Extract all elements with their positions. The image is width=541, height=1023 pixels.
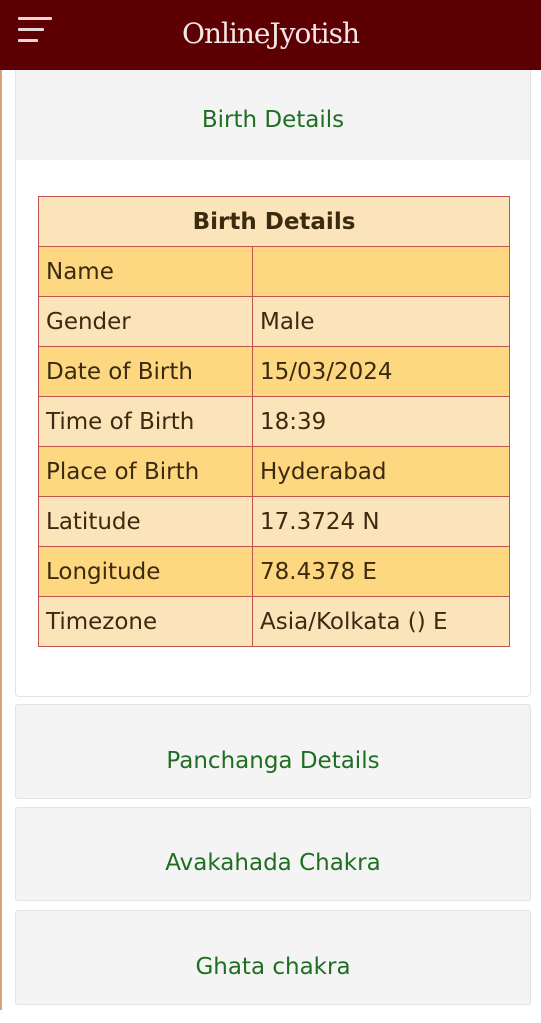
row-label: Place of Birth xyxy=(38,446,253,497)
accordion-ghata-chakra-label: Ghata chakra xyxy=(195,954,351,980)
table-header-row: Birth Details xyxy=(38,196,510,247)
accordion-ghata-chakra[interactable]: Ghata chakra xyxy=(15,910,531,1005)
birth-details-panel: Birth Details Name Gender Male Date of B… xyxy=(15,160,531,697)
row-value: 18:39 xyxy=(252,396,510,447)
brand-logo[interactable]: OnlineJyotish xyxy=(0,14,541,54)
row-label: Time of Birth xyxy=(38,396,253,447)
app-header: OnlineJyotish xyxy=(0,0,541,70)
row-label: Date of Birth xyxy=(38,346,253,397)
table-row: Date of Birth 15/03/2024 xyxy=(38,346,510,397)
row-value: Asia/Kolkata () E xyxy=(252,596,510,647)
table-row: Timezone Asia/Kolkata () E xyxy=(38,596,510,647)
left-divider xyxy=(0,70,2,1010)
row-label: Latitude xyxy=(38,496,253,547)
row-value: 17.3724 N xyxy=(252,496,510,547)
table-row: Name xyxy=(38,246,510,297)
accordion-avakahada-chakra[interactable]: Avakahada Chakra xyxy=(15,807,531,901)
table-row: Longitude 78.4378 E xyxy=(38,546,510,597)
accordion-avakahada-chakra-label: Avakahada Chakra xyxy=(165,850,381,876)
table-row: Place of Birth Hyderabad xyxy=(38,446,510,497)
row-value xyxy=(252,246,510,297)
row-value: Male xyxy=(252,296,510,347)
birth-details-table: Birth Details Name Gender Male Date of B… xyxy=(38,196,510,647)
row-value: 15/03/2024 xyxy=(252,346,510,397)
accordion-birth-details[interactable]: Birth Details xyxy=(15,70,531,161)
accordion-birth-details-label: Birth Details xyxy=(201,107,345,133)
row-label: Longitude xyxy=(38,546,253,597)
accordion-panchanga-details-label: Panchanga Details xyxy=(166,748,380,774)
row-label: Gender xyxy=(38,296,253,347)
accordion-panchanga-details[interactable]: Panchanga Details xyxy=(15,704,531,799)
table-row: Gender Male xyxy=(38,296,510,347)
table-row: Latitude 17.3724 N xyxy=(38,496,510,547)
row-value: 78.4378 E xyxy=(252,546,510,597)
row-label: Timezone xyxy=(38,596,253,647)
row-value: Hyderabad xyxy=(252,446,510,497)
table-title: Birth Details xyxy=(38,196,510,247)
table-row: Time of Birth 18:39 xyxy=(38,396,510,447)
row-label: Name xyxy=(38,246,253,297)
